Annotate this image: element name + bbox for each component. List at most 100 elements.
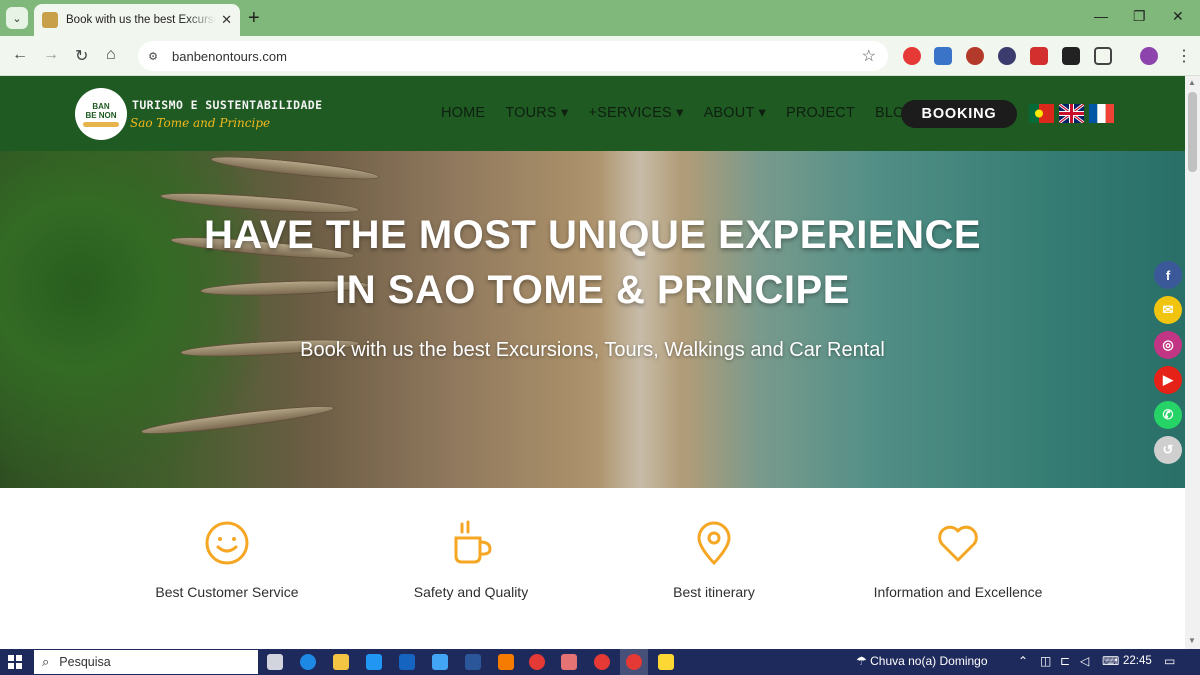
feature-label: Best Customer Service xyxy=(155,584,299,600)
site-header: BAN BE NON TURISMO E SUSTENTABILIDADE Sa… xyxy=(0,76,1185,151)
browser-toolbar: ← → ↻ ⌂ ⚙ banbenontours.com ☆ ⋮ xyxy=(0,36,1200,76)
feature-label: Best itinerary xyxy=(673,584,755,600)
url-text[interactable]: banbenontours.com xyxy=(172,49,287,64)
email-icon[interactable]: ✉ xyxy=(1154,296,1182,324)
windows-taskbar: ⌕ Pesquisa ☂ Chuva no(a) Domingo ⌃ ◫ ⊏ ◁… xyxy=(0,649,1200,675)
store-icon[interactable] xyxy=(366,654,382,670)
profile-avatar[interactable] xyxy=(1140,47,1158,65)
notifications-icon[interactable]: ▭ xyxy=(1164,654,1175,668)
facebook-icon[interactable]: f xyxy=(1154,261,1182,289)
volume-icon[interactable]: ◁ xyxy=(1080,654,1089,668)
hero-title-line-2: IN SAO TOME & PRINCIPE xyxy=(335,268,850,312)
feature-safety-quality: Safety and Quality xyxy=(356,520,586,600)
network-icon[interactable]: ⊏ xyxy=(1060,654,1070,668)
scroll-up-icon[interactable]: ▲ xyxy=(1188,78,1196,87)
brand-tagline: TURISMO E SUSTENTABILIDADE xyxy=(132,98,323,112)
hero-overlay xyxy=(0,151,1185,488)
restore-icon[interactable]: ❐ xyxy=(1133,8,1146,25)
browser-menu-icon[interactable]: ⋮ xyxy=(1176,46,1192,66)
tab-search-chevron-icon[interactable]: ⌄ xyxy=(6,7,28,29)
site-logo[interactable]: BAN BE NON xyxy=(75,88,127,140)
scroll-thumb[interactable] xyxy=(1188,92,1197,172)
app-icon[interactable] xyxy=(432,654,448,670)
weather-text: Chuva no(a) Domingo xyxy=(870,654,988,668)
search-icon: ⌕ xyxy=(42,654,50,669)
hero-subtitle: Book with us the best Excursions, Tours,… xyxy=(300,339,885,361)
brand-location: Sao Tome and Principe xyxy=(130,116,271,130)
site-info-icon[interactable]: ⚙ xyxy=(142,45,164,67)
hero-title-line-1: HAVE THE MOST UNIQUE EXPERIENCE xyxy=(203,213,982,257)
feature-information-excellence: Information and Excellence xyxy=(843,520,1073,600)
task-view-icon[interactable] xyxy=(267,654,283,670)
minimize-icon[interactable]: — xyxy=(1094,8,1108,24)
vlc-icon[interactable] xyxy=(498,654,514,670)
mail-icon[interactable] xyxy=(399,654,415,670)
extension-s-icon[interactable] xyxy=(966,47,984,65)
forward-icon[interactable]: → xyxy=(43,46,59,64)
map-pin-icon xyxy=(697,521,731,566)
site-favicon-icon xyxy=(42,12,58,28)
file-explorer-icon[interactable] xyxy=(333,654,349,670)
extensions-puzzle-icon[interactable] xyxy=(1094,47,1112,65)
tab-close-icon[interactable]: ✕ xyxy=(221,12,232,28)
browser-tab-bar: ⌄ Book with us the best Excursions ✕ + —… xyxy=(0,0,1200,36)
extension-adblock-icon[interactable] xyxy=(903,47,921,65)
whatsapp-icon[interactable]: ✆ xyxy=(1154,401,1182,429)
nav-home[interactable]: HOME xyxy=(441,105,485,121)
page-scrollbar[interactable]: ▲ ▼ xyxy=(1185,76,1200,649)
app-icon[interactable] xyxy=(561,654,577,670)
instagram-icon[interactable]: ◎ xyxy=(1154,331,1182,359)
rain-umbrella-icon: ☂ xyxy=(856,654,867,668)
smile-icon xyxy=(205,521,249,565)
tab-title: Book with us the best Excursions xyxy=(66,14,216,26)
reload-icon[interactable]: ↻ xyxy=(75,46,88,66)
logo-line-2: BE NON xyxy=(85,110,117,120)
nav-project[interactable]: PROJECT xyxy=(786,105,855,121)
notepad-icon[interactable] xyxy=(658,654,674,670)
history-icon[interactable]: ↺ xyxy=(1154,436,1182,464)
feature-label: Information and Excellence xyxy=(873,584,1043,600)
hero-title: HAVE THE MOST UNIQUE EXPERIENCE IN SAO T… xyxy=(0,208,1185,318)
feature-customer-service: Best Customer Service xyxy=(112,520,342,600)
tray-camera-icon[interactable]: ◫ xyxy=(1040,654,1051,668)
edge-icon[interactable] xyxy=(300,654,316,670)
nav-tours[interactable]: TOURS ▾ xyxy=(505,105,568,121)
france-flag-icon[interactable] xyxy=(1089,104,1114,123)
youtube-icon[interactable]: ▶ xyxy=(1154,366,1182,394)
bookmark-star-icon[interactable]: ☆ xyxy=(862,46,876,66)
window-close-icon[interactable]: ✕ xyxy=(1172,8,1184,25)
extension-red-icon[interactable] xyxy=(1030,47,1048,65)
tray-chevron-icon[interactable]: ⌃ xyxy=(1018,654,1028,668)
taskbar-clock[interactable]: 22:45 xyxy=(1123,655,1152,667)
logo-island-graphic xyxy=(83,121,119,127)
keyboard-icon[interactable]: ⌨ xyxy=(1102,654,1119,668)
logo-line-1: BAN xyxy=(92,101,110,111)
extension-k-icon[interactable] xyxy=(998,47,1016,65)
heart-icon xyxy=(938,525,978,562)
browser-tab[interactable]: Book with us the best Excursions ✕ xyxy=(34,4,240,36)
taskbar-search-box[interactable]: ⌕ Pesquisa xyxy=(34,650,258,674)
taskbar-weather[interactable]: ☂ Chuva no(a) Domingo xyxy=(856,654,988,668)
taskbar-search-placeholder: Pesquisa xyxy=(59,655,111,669)
chrome-active-icon[interactable] xyxy=(626,654,642,670)
coffee-cup-icon xyxy=(454,520,492,564)
back-icon[interactable]: ← xyxy=(12,46,28,64)
booking-button[interactable]: BOOKING xyxy=(901,100,1017,128)
feature-label: Safety and Quality xyxy=(413,584,529,600)
chrome-icon[interactable] xyxy=(594,654,610,670)
home-icon[interactable]: ⌂ xyxy=(106,46,116,64)
main-nav: HOME TOURS ▾ +SERVICES ▾ ABOUT ▾ PROJECT… xyxy=(441,105,936,121)
chrome-icon[interactable] xyxy=(529,654,545,670)
new-tab-button[interactable]: + xyxy=(248,8,260,28)
word-icon[interactable] xyxy=(465,654,481,670)
hero-banner: HAVE THE MOST UNIQUE EXPERIENCE IN SAO T… xyxy=(0,151,1185,488)
extension-dark-icon[interactable] xyxy=(1062,47,1080,65)
windows-start-icon[interactable] xyxy=(8,655,22,669)
scroll-down-icon[interactable]: ▼ xyxy=(1188,636,1196,645)
uk-flag-icon[interactable] xyxy=(1059,104,1084,123)
extension-new-icon[interactable] xyxy=(934,47,952,65)
address-bar[interactable]: ⚙ banbenontours.com ☆ xyxy=(138,41,888,71)
nav-about[interactable]: ABOUT ▾ xyxy=(704,105,766,121)
nav-services[interactable]: +SERVICES ▾ xyxy=(589,105,684,121)
portugal-flag-icon[interactable] xyxy=(1029,104,1054,123)
